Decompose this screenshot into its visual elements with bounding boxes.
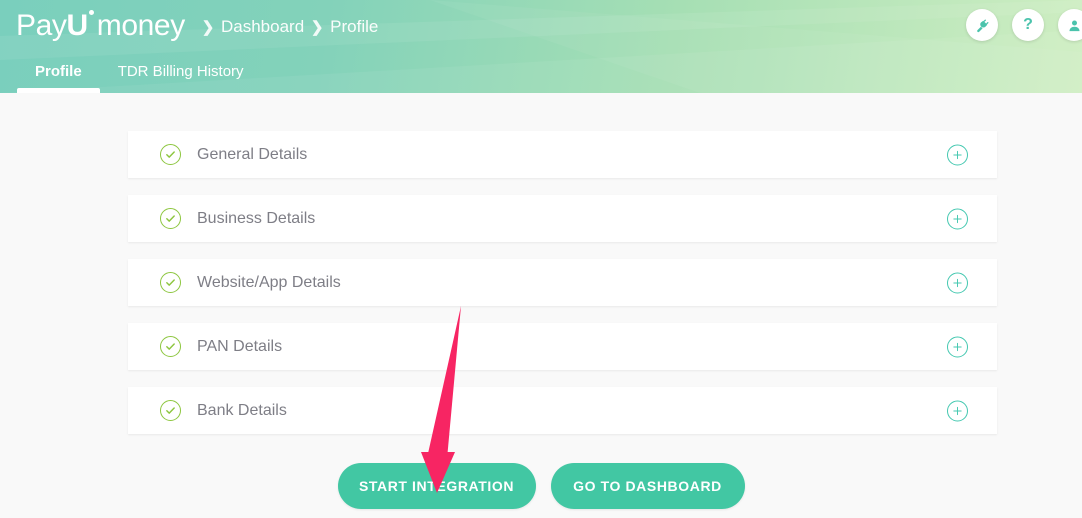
profile-button[interactable] bbox=[1058, 9, 1082, 41]
integration-plug-button[interactable] bbox=[966, 9, 998, 41]
check-circle-icon bbox=[160, 272, 181, 293]
breadcrumb-item-dashboard[interactable]: Dashboard bbox=[221, 17, 304, 37]
header-actions: ? bbox=[966, 9, 1082, 41]
header-tabs: Profile TDR Billing History bbox=[17, 63, 262, 93]
question-mark-icon: ? bbox=[1023, 16, 1033, 34]
logo-u: U bbox=[67, 9, 88, 42]
section-row-website-app-details[interactable]: Website/App Details bbox=[128, 259, 997, 306]
section-row-pan-details[interactable]: PAN Details bbox=[128, 323, 997, 370]
section-row-bank-details[interactable]: Bank Details bbox=[128, 387, 997, 434]
section-label: Business Details bbox=[197, 210, 315, 228]
tab-tdr-billing-history[interactable]: TDR Billing History bbox=[100, 63, 262, 93]
check-circle-icon bbox=[160, 144, 181, 165]
action-buttons: START INTEGRATION GO TO DASHBOARD bbox=[0, 463, 1082, 509]
section-row-business-details[interactable]: Business Details bbox=[128, 195, 997, 242]
check-circle-icon bbox=[160, 208, 181, 229]
logo-pay: Pay bbox=[16, 9, 67, 42]
logo-money: money bbox=[97, 9, 185, 42]
section-label: General Details bbox=[197, 146, 307, 164]
breadcrumb-item-profile[interactable]: Profile bbox=[330, 17, 378, 37]
section-label: Bank Details bbox=[197, 402, 287, 420]
start-integration-button[interactable]: START INTEGRATION bbox=[338, 463, 536, 509]
expand-plus-icon[interactable] bbox=[947, 208, 968, 229]
tab-tdr-billing-history-label: TDR Billing History bbox=[118, 63, 244, 80]
app-header: PayUmoney ❯ Dashboard ❯ Profile ? bbox=[0, 0, 1082, 93]
breadcrumb-chevron-icon: ❯ bbox=[304, 18, 330, 36]
user-icon bbox=[1067, 18, 1082, 33]
plug-icon bbox=[975, 18, 990, 33]
expand-plus-icon[interactable] bbox=[947, 400, 968, 421]
logo-dot-icon bbox=[89, 10, 94, 15]
expand-plus-icon[interactable] bbox=[947, 144, 968, 165]
tab-profile[interactable]: Profile bbox=[17, 63, 100, 93]
section-label: Website/App Details bbox=[197, 274, 341, 292]
breadcrumb: ❯ Dashboard ❯ Profile bbox=[195, 14, 378, 40]
expand-plus-icon[interactable] bbox=[947, 336, 968, 357]
expand-plus-icon[interactable] bbox=[947, 272, 968, 293]
page-root: PayUmoney ❯ Dashboard ❯ Profile ? bbox=[0, 0, 1082, 518]
payumoney-logo[interactable]: PayUmoney bbox=[16, 8, 185, 44]
profile-sections-list: General Details Business Details Website… bbox=[128, 131, 997, 451]
check-circle-icon bbox=[160, 400, 181, 421]
tab-profile-label: Profile bbox=[35, 63, 82, 80]
go-to-dashboard-button[interactable]: GO TO DASHBOARD bbox=[551, 463, 745, 509]
check-circle-icon bbox=[160, 336, 181, 357]
section-row-general-details[interactable]: General Details bbox=[128, 131, 997, 178]
help-button[interactable]: ? bbox=[1012, 9, 1044, 41]
section-label: PAN Details bbox=[197, 338, 282, 356]
breadcrumb-chevron-icon: ❯ bbox=[195, 18, 221, 36]
